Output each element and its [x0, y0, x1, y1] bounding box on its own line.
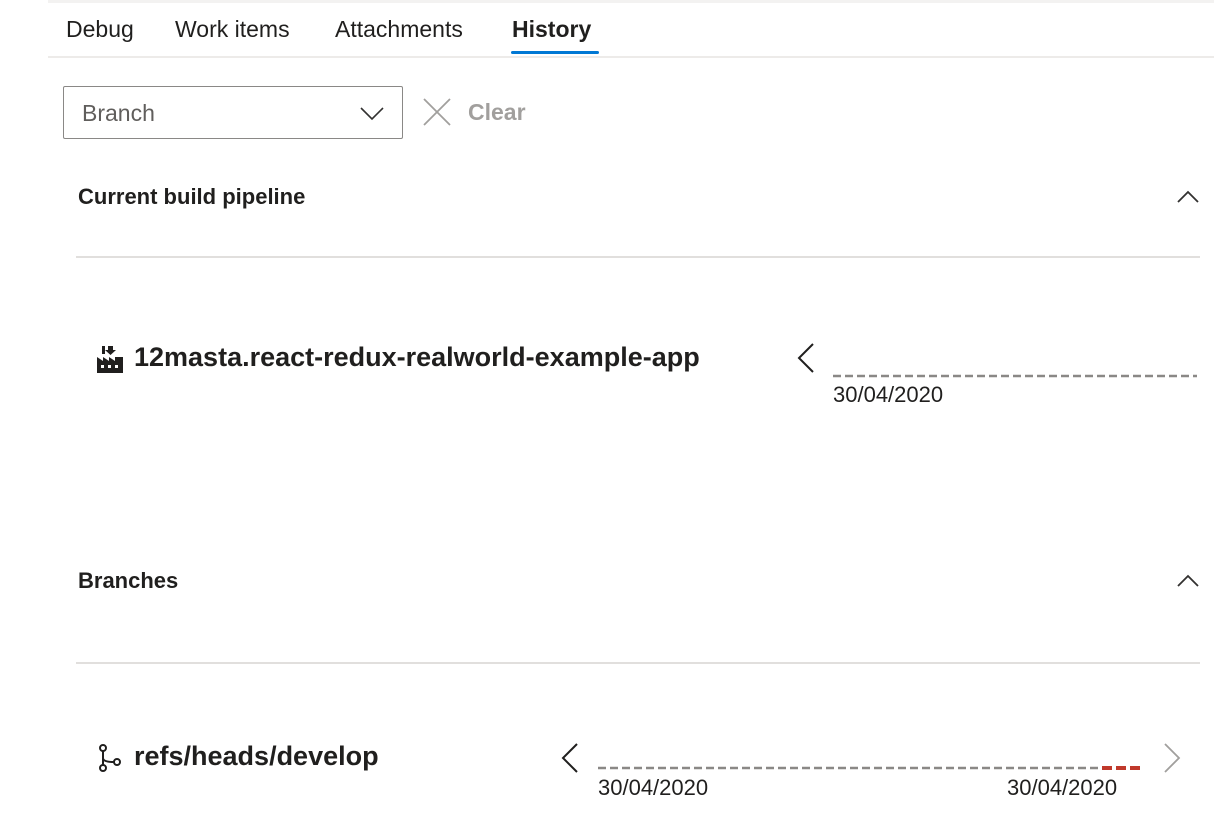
- section-divider: [76, 256, 1200, 258]
- pipeline-start-date: 30/04/2020: [833, 382, 944, 407]
- chevron-left-icon[interactable]: [794, 341, 818, 375]
- section-title-current-pipeline: Current build pipeline: [78, 184, 306, 209]
- section-title-branches: Branches: [78, 568, 179, 593]
- chevron-right-icon[interactable]: [1160, 741, 1184, 775]
- branch-end-date: 30/04/2020: [1007, 775, 1118, 800]
- tab-attachments[interactable]: Attachments: [335, 16, 463, 43]
- pipeline-name: 12masta.react-redux-realworld-example-ap…: [134, 342, 700, 372]
- history-page: Debug Work items Attachments History Bra…: [0, 0, 1226, 834]
- clear-label: Clear: [468, 99, 526, 125]
- branch-dropdown[interactable]: Branch: [63, 86, 403, 139]
- chevron-up-icon[interactable]: [1174, 567, 1202, 595]
- section-divider: [76, 662, 1200, 664]
- branch-name: refs/heads/develop: [134, 741, 379, 771]
- tab-bar: Debug Work items Attachments History: [48, 0, 1214, 58]
- branch-dropdown-placeholder: Branch: [82, 100, 155, 126]
- tab-work-items[interactable]: Work items: [175, 16, 290, 43]
- pipeline-timeline: [833, 374, 1197, 378]
- close-icon: [423, 98, 451, 126]
- branch-timeline: [598, 766, 1140, 770]
- pipeline-icon: [97, 346, 123, 373]
- chevron-left-icon[interactable]: [558, 741, 582, 775]
- selected-tab-indicator: [511, 51, 599, 54]
- chevron-up-icon[interactable]: [1174, 183, 1202, 211]
- branch-start-date: 30/04/2020: [598, 775, 709, 800]
- tab-history[interactable]: History: [512, 16, 591, 43]
- tab-debug[interactable]: Debug: [66, 16, 134, 43]
- chevron-down-icon: [360, 107, 384, 121]
- branch-icon: [99, 744, 121, 772]
